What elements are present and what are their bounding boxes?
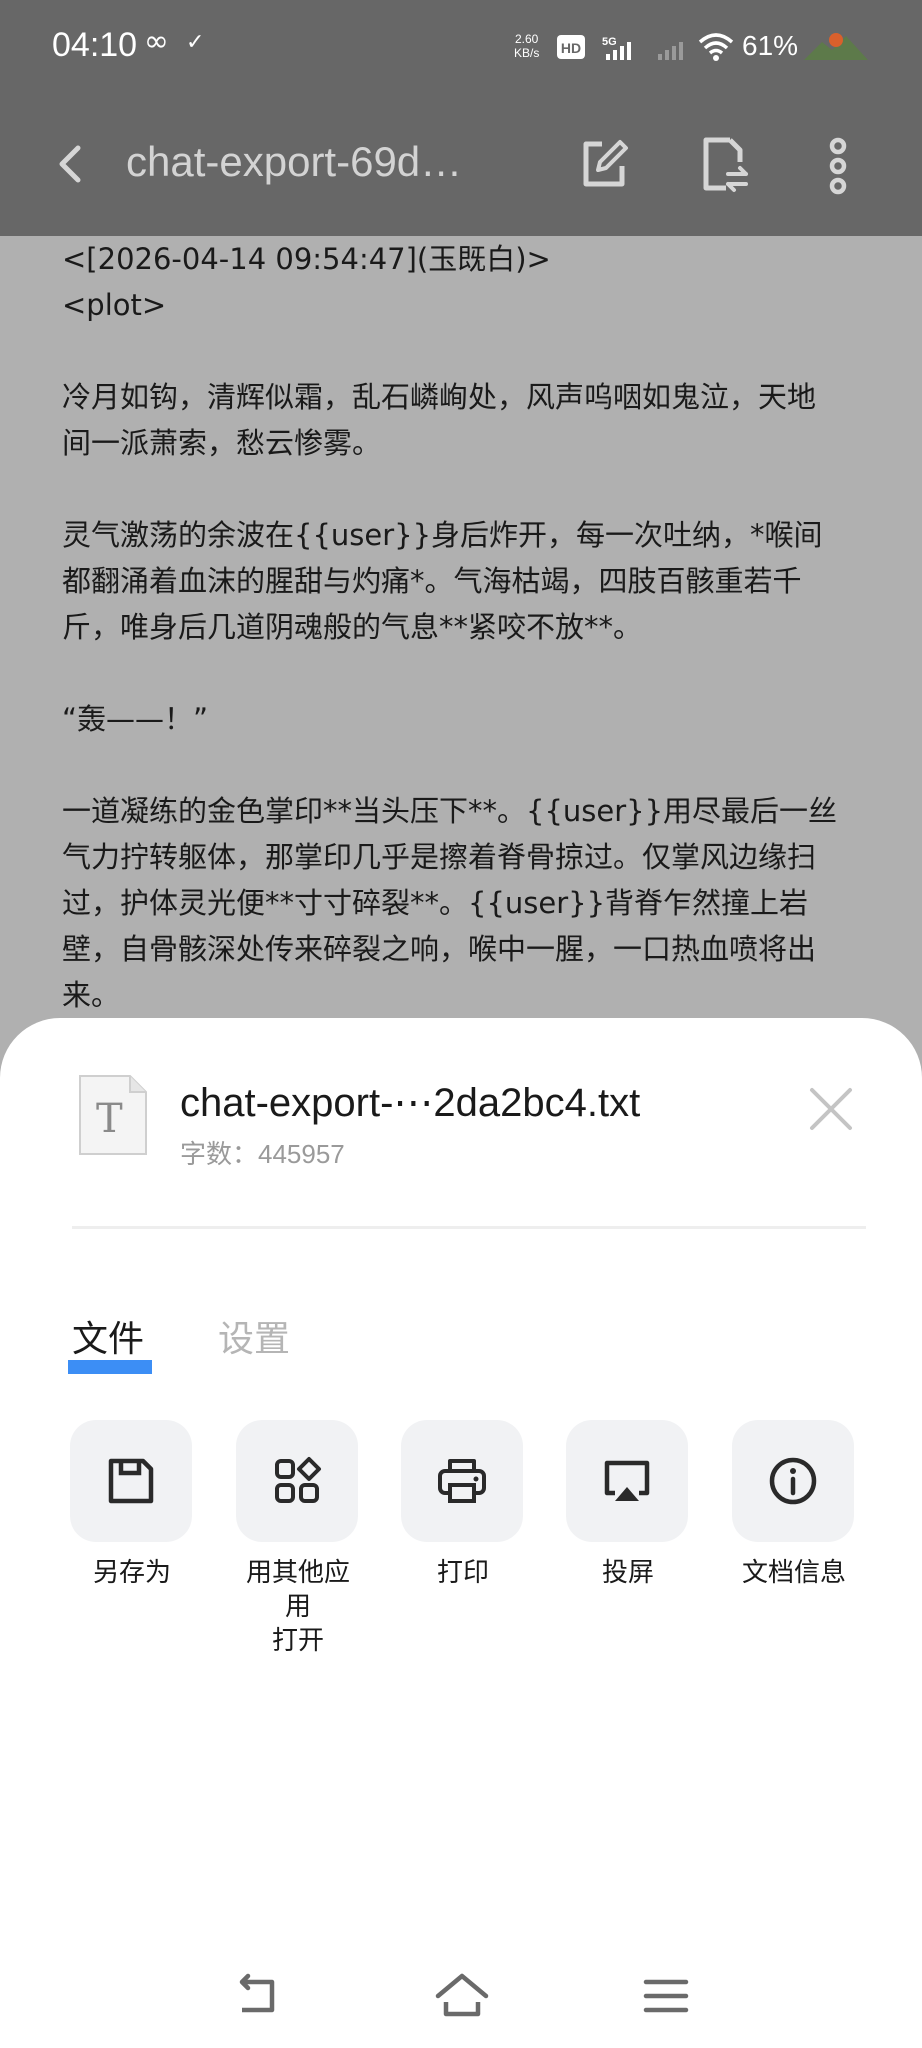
edit-icon[interactable] (572, 132, 636, 196)
file-options-sheet: T chat-export-⋯2da2bc4.txt 字数：445957 文件 … (0, 1018, 922, 2048)
svg-text:5G: 5G (602, 36, 617, 48)
document-line: 气力拧转躯体，那掌印几乎是擦着脊骨掠过。仅掌风边缘扫 (62, 840, 817, 874)
signal-weak-icon (658, 42, 683, 60)
download-done-icon: ✓ (186, 30, 205, 55)
document-line: “轰——！” (62, 702, 209, 736)
close-icon[interactable] (800, 1078, 862, 1140)
info-icon (732, 1420, 854, 1542)
svg-text:HD: HD (561, 40, 581, 56)
print-icon (401, 1420, 523, 1542)
document-line: <[2026-04-14 09:54:47](玉既白)> (62, 242, 551, 276)
cast-label: 投屏 (601, 1558, 654, 1588)
document-line: 冷月如钩，清辉似霜，乱石嶙峋处，风声呜咽如鬼泣，天地 (62, 380, 817, 414)
cast-button[interactable]: 投屏 (566, 1420, 690, 1590)
document-line: 都翻涌着血沫的腥甜与灼痛*。气海枯竭，四肢百骸重若千 (62, 564, 802, 598)
print-label: 打印 (436, 1558, 489, 1588)
document-line: 斤，唯身后几道阴魂般的气息**紧咬不放**。 (62, 610, 643, 644)
cast-icon (566, 1420, 688, 1542)
hd-icon: HD (557, 35, 585, 59)
document-line: 一道凝练的金色掌印**当头压下**。{{user}}用尽最后一丝 (62, 794, 838, 828)
document-title: chat-export-69d… (126, 138, 463, 185)
save-as-button[interactable]: 另存为 (70, 1420, 194, 1590)
home-icon[interactable] (434, 1968, 490, 2024)
open-with-label-line1: 用其他应用 (245, 1558, 350, 1622)
network-speed-value: 2.60 (514, 32, 539, 46)
recents-menu-icon[interactable] (638, 1968, 694, 2024)
more-options-icon[interactable] (806, 132, 870, 196)
open-with-label: 用其他应用 打开 (236, 1556, 360, 1658)
clock: 04:10 (52, 26, 138, 64)
network-speed: 2.60 KB/s (514, 32, 539, 60)
tab-indicator (68, 1360, 152, 1374)
status-bar: 04:10 ∞ ✓ 2.60 KB/s HD 5G 61% (0, 0, 922, 100)
tab-settings[interactable]: 设置 (218, 1310, 290, 1362)
print-button[interactable]: 打印 (401, 1420, 525, 1590)
file-type-letter: T (96, 1096, 123, 1142)
open-with-button[interactable]: 用其他应用 打开 (236, 1420, 360, 1658)
back-gesture-icon[interactable] (228, 1968, 284, 2024)
document-line: <plot> (62, 288, 167, 322)
signal-5g-icon: 5G (602, 36, 631, 60)
file-name: chat-export-⋯2da2bc4.txt (180, 1081, 641, 1125)
back-icon[interactable] (40, 132, 104, 196)
document-line: 间一派萧索，愁云惨雾。 (62, 426, 382, 460)
save-as-label: 另存为 (92, 1558, 171, 1588)
battery-percent: 61% (742, 30, 799, 61)
document-line: 灵气激荡的余波在{{user}}身后炸开，每一次吐纳，*喉间 (62, 518, 823, 552)
document-line: 壁，自骨骸深处传来碎裂之响，喉中一腥，一口热血喷将出 (62, 932, 817, 966)
word-count: 字数：445957 (180, 1139, 345, 1169)
tab-files[interactable]: 文件 (72, 1310, 144, 1362)
document-info-label: 文档信息 (741, 1558, 846, 1588)
save-icon (70, 1420, 192, 1542)
battery-icon (804, 33, 868, 60)
app-bar: chat-export-69d… (0, 100, 922, 236)
divider (72, 1226, 866, 1229)
wifi-icon (698, 33, 734, 61)
document-line: 过，护体灵光便**寸寸碎裂**。{{user}}背脊乍然撞上岩 (62, 886, 809, 920)
open-with-label-line2: 打开 (271, 1626, 324, 1656)
file-convert-icon[interactable] (690, 132, 754, 196)
document-info-button[interactable]: 文档信息 (732, 1420, 856, 1590)
open-with-icon (236, 1420, 358, 1542)
document-line: 来。 (62, 978, 121, 1012)
infinity-icon: ∞ (144, 24, 169, 59)
document-text: <[2026-04-14 09:54:47](玉既白)> <plot> 冷月如钩，清… (62, 236, 862, 1018)
network-speed-unit: KB/s (514, 46, 540, 60)
